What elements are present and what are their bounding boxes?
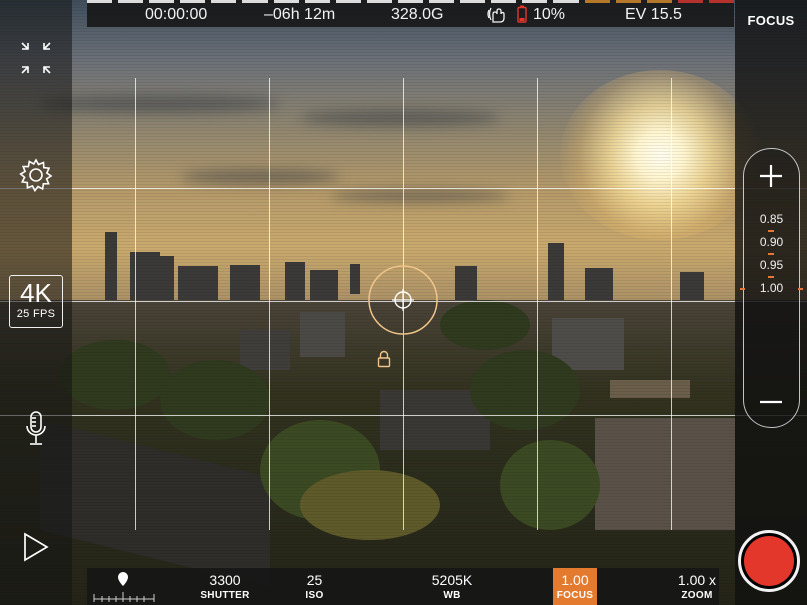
microphone-icon[interactable] (24, 410, 48, 448)
focus-reticle[interactable] (368, 265, 438, 335)
focus-value: 1.00 (561, 572, 589, 588)
left-toolbar: 4K 25 FPS (0, 0, 72, 605)
focus-current-marker (798, 288, 803, 290)
zoom-label: ZOOM (681, 590, 713, 601)
focus-scale-value: 0.90 (759, 235, 784, 249)
resolution-label: 4K (20, 278, 52, 308)
plus-icon[interactable] (758, 163, 784, 189)
location-pin-icon[interactable] (92, 571, 156, 603)
exposure-value: EV 15.5 (625, 6, 682, 23)
wb-control[interactable]: 5205K WB (417, 568, 487, 605)
gear-icon[interactable] (18, 157, 54, 193)
remaining-time: –06h 12m (264, 6, 336, 23)
audio-level-meter (87, 0, 734, 3)
iso-label: ISO (305, 590, 324, 601)
zoom-value: 1.00 x (677, 572, 717, 588)
focus-scale-tick (768, 230, 774, 232)
focus-current-marker (740, 288, 745, 290)
hand-stabilizer-icon[interactable] (487, 6, 509, 24)
focus-scale-tick (768, 253, 774, 255)
resolution-badge[interactable]: 4K 25 FPS (9, 275, 63, 328)
focus-label: FOCUS (556, 590, 594, 601)
iso-value: 25 (306, 572, 323, 588)
shutter-value: 3300 (209, 572, 241, 588)
focus-slider[interactable]: 0.85 0.90 0.95 1.00 (740, 148, 803, 428)
timecode: 00:00:00 (145, 6, 208, 23)
wb-value: 5205K (431, 572, 473, 588)
focus-scale-value: 1.00 (759, 281, 784, 295)
focus-scale-tick (768, 276, 774, 278)
record-button[interactable] (738, 530, 800, 592)
minus-icon[interactable] (758, 389, 784, 415)
record-dot (744, 536, 794, 586)
focus-control[interactable]: 1.00 FOCUS (553, 568, 597, 605)
camera-controls-bar: 3300 SHUTTER 25 ISO 5205K WB 1.00 FOCUS … (87, 568, 719, 605)
iso-control[interactable]: 25 ISO (282, 568, 347, 605)
mode-label: FOCUS (747, 13, 795, 28)
play-icon[interactable] (22, 532, 50, 562)
shutter-control[interactable]: 3300 SHUTTER (190, 568, 260, 605)
wb-label: WB (443, 590, 461, 601)
storage-free: 328.0G (391, 6, 444, 23)
focus-scale-value: 0.85 (759, 212, 784, 226)
focus-scale-value: 0.95 (759, 258, 784, 272)
zoom-control[interactable]: 1.00 x ZOOM (662, 568, 732, 605)
battery-icon (517, 5, 527, 23)
shutter-label: SHUTTER (200, 590, 250, 601)
battery-percent: 10% (533, 6, 566, 23)
lock-icon[interactable] (377, 350, 391, 368)
fps-label: 25 FPS (16, 308, 56, 320)
status-bar: 00:00:00 –06h 12m 328.0G 10% EV 15.5 (87, 0, 734, 27)
collapse-arrows-icon[interactable] (17, 40, 55, 76)
